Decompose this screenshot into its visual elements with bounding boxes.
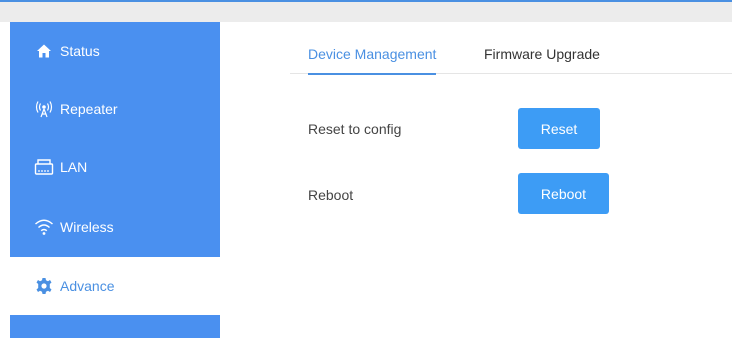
gear-icon (34, 276, 54, 296)
sidebar-item-advance[interactable]: Advance (10, 257, 220, 315)
wifi-icon (34, 217, 54, 237)
sidebar-item-label: LAN (60, 159, 88, 175)
reboot-label: Reboot (308, 187, 354, 203)
sidebar-item-label: Repeater (60, 101, 118, 117)
tab-device-management[interactable]: Device Management (308, 44, 437, 75)
sidebar: Status Repeater LAN Wireless Advance (10, 22, 220, 338)
reset-button[interactable]: Reset (518, 108, 600, 149)
sidebar-item-repeater[interactable]: Repeater (10, 80, 220, 138)
reboot-button[interactable]: Reboot (518, 173, 609, 214)
top-bar (0, 0, 732, 22)
sidebar-item-lan[interactable]: LAN (10, 138, 220, 196)
reset-config-label: Reset to config (308, 121, 402, 137)
sidebar-item-wireless[interactable]: Wireless (10, 198, 220, 256)
tab-firmware-upgrade[interactable]: Firmware Upgrade (484, 44, 600, 73)
sidebar-item-label: Advance (60, 278, 115, 294)
lan-port-icon (34, 157, 54, 177)
sidebar-item-status[interactable]: Status (10, 22, 220, 80)
home-icon (34, 41, 54, 61)
sidebar-item-label: Status (60, 43, 100, 59)
sidebar-item-label: Wireless (60, 219, 114, 235)
antenna-icon (34, 99, 54, 119)
tab-bar: Device Management Firmware Upgrade (290, 40, 732, 75)
